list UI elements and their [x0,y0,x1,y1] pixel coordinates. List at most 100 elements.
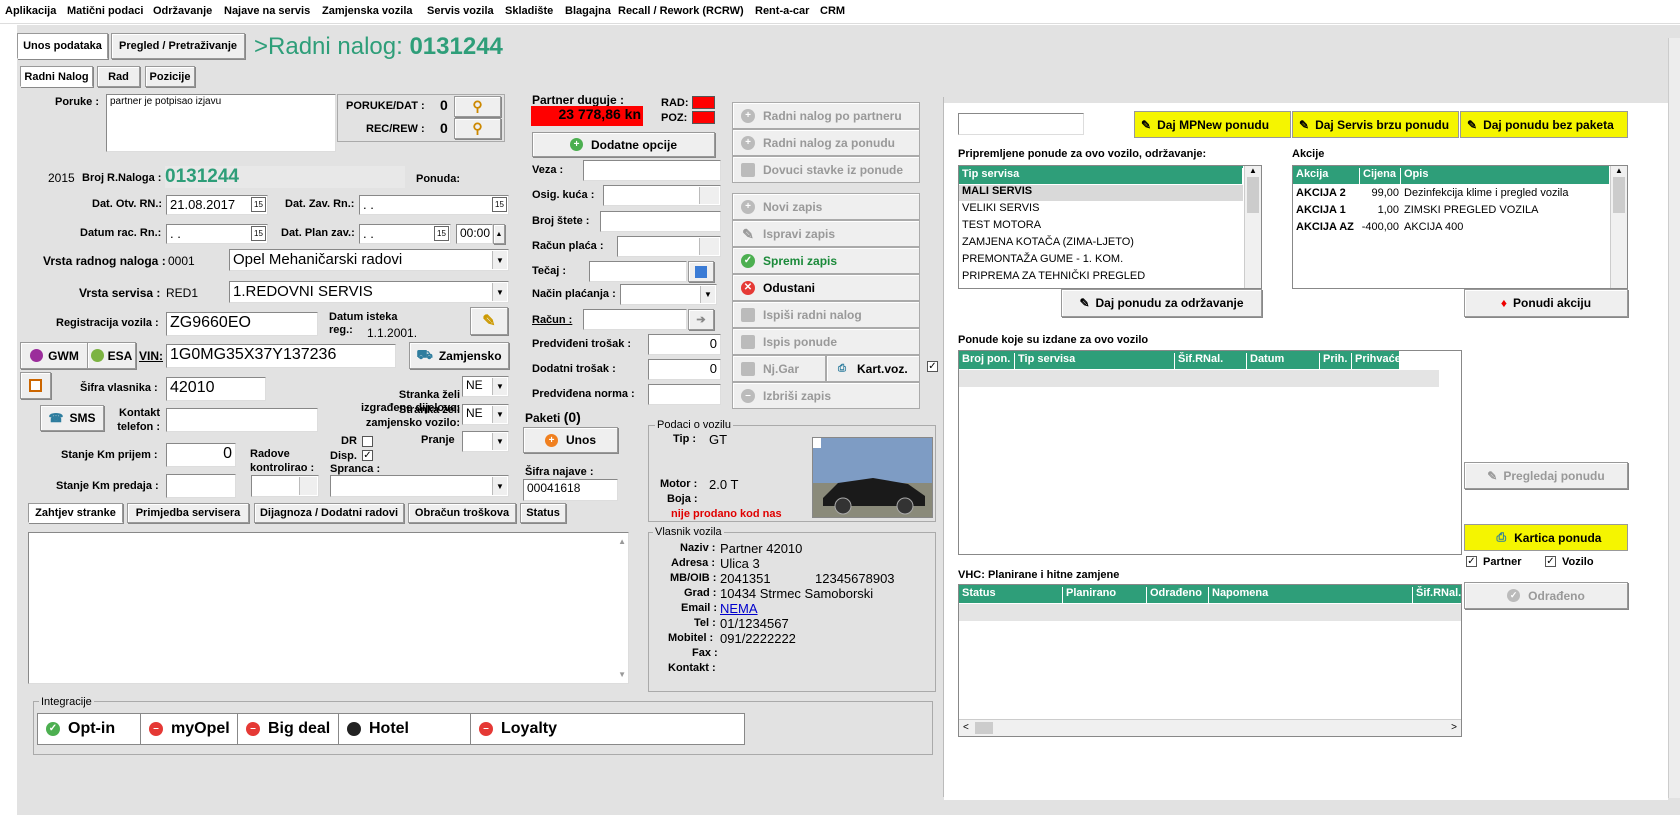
nj-gar-button[interactable]: Nj.Gar [732,355,826,382]
service-row[interactable]: VELIKI SERVIS [959,202,1039,214]
stranka-vozilo-select[interactable]: NE ▼ [462,404,509,425]
ispravi-zapis-button[interactable]: ✎ Ispravi zapis [732,220,920,247]
daj-mpnew-ponudu-button[interactable]: ✎ Daj MPNew ponudu [1134,111,1291,138]
zahtjev-textarea[interactable]: ▲ ▼ [28,532,629,684]
service-row[interactable]: PRIPREMA ZA TEHNIČKI PREGLED [959,270,1145,282]
rec-rew-search-button[interactable]: ⚲ [454,118,501,139]
stranka-dijelove-select[interactable]: NE ▼ [462,376,509,397]
kart-voz-checkbox[interactable]: ✓ [927,361,938,372]
calculator-button[interactable] [688,261,714,282]
disp-checkbox[interactable]: ✓ [362,450,373,461]
broj-stete-input[interactable] [600,211,721,232]
services-scrollbar[interactable]: ▲ [1244,166,1261,288]
radni-nalog-po-partneru-button[interactable]: + Radni nalog po partneru [732,102,920,129]
spremi-zapis-button[interactable]: ✓ Spremi zapis [732,247,920,274]
veza-input[interactable] [583,160,721,181]
osig-select[interactable] [603,185,721,206]
menu-rent-a-car[interactable]: Rent-a-car [755,5,809,17]
menu-recall[interactable]: Recall / Rework (RCRW) [618,5,744,17]
sifra-najave-input[interactable]: 00041618 [523,479,618,501]
datum-rac-input[interactable]: . . 15 [166,224,268,244]
dodatni-input[interactable]: 0 [648,359,721,380]
akcija-name[interactable]: AKCIJA 2 [1296,187,1346,199]
zamjensko-button[interactable]: ⛟ Zamjensko [409,342,509,369]
menu-najave[interactable]: Najave na servis [224,5,310,17]
ponudi-akciju-button[interactable]: ♦ Ponudi akciju [1464,289,1628,317]
kart-voz-button[interactable]: ⎙ Kart.voz. [826,355,920,382]
daj-ponudu-za-odrzavanje-button[interactable]: ✎ Daj ponudu za održavanje [1061,289,1262,317]
service-row[interactable]: TEST MOTORA [959,219,1041,231]
vin-input[interactable]: 1G0MG35X37Y137236 [166,344,396,368]
radni-nalog-za-ponudu-button[interactable]: + Radni nalog za ponudu [732,129,920,156]
sms-button[interactable]: ☎ SMS [40,405,104,431]
dat-plan-input[interactable]: . . 15 [359,224,451,244]
daj-servis-brzu-ponudu-button[interactable]: ✎ Daj Servis brzu ponudu [1292,111,1459,138]
vin-label[interactable]: VIN: [139,349,163,363]
daj-ponudu-bez-paketa-button[interactable]: ✎ Daj ponudu bez paketa [1460,111,1628,138]
tab-pozicije[interactable]: Pozicije [145,66,195,87]
edit-reg-button[interactable]: ✎ [470,307,508,335]
gwm-button[interactable]: GWM [20,342,89,369]
paketi-unos-button[interactable]: + Unos [523,427,618,453]
izbrisi-zapis-button[interactable]: – Izbriši zapis [732,382,920,409]
ispis-ponude-button[interactable]: Ispis ponude [732,328,920,355]
ponuda-search-input[interactable] [958,113,1084,135]
chevron-down-icon[interactable]: ▼ [492,251,507,269]
km-predaja-input[interactable] [166,474,236,498]
sifra-vlasnika-input[interactable]: 42010 [166,377,266,401]
dodatne-opcije-button[interactable]: + Dodatne opcije [532,132,715,157]
tab-zahtjev-stranke[interactable]: Zahtjev stranke [28,503,123,523]
menu-skladiste[interactable]: Skladište [505,5,553,17]
menu-aplikacija[interactable]: Aplikacija [5,5,56,17]
chevron-down-icon[interactable]: ▼ [492,433,507,450]
km-prijem-input[interactable]: 0 [166,443,236,467]
calendar-icon[interactable]: 15 [434,226,449,241]
service-row[interactable]: PREMONTAŽA GUME - 1. KOM. [959,253,1123,265]
time-input[interactable]: 00:00 [456,224,493,244]
chevron-down-icon[interactable] [299,477,317,495]
chevron-down-icon[interactable]: ▼ [492,477,507,495]
dovuci-stavke-button[interactable]: Dovuci stavke iz ponude [732,156,920,183]
time-spinner[interactable]: ▲ [493,224,505,244]
menu-maticni-podaci[interactable]: Matični podaci [67,5,143,17]
vozilo-checkbox[interactable]: ✓ [1545,556,1556,567]
big-deal-button[interactable]: – Big deal [237,713,341,745]
myopel-button[interactable]: – myOpel [140,713,238,745]
racun-label[interactable]: Račun : [532,314,572,326]
dat-zav-input[interactable]: . . 15 [359,195,509,215]
chevron-down-icon[interactable]: ▼ [492,378,507,395]
dat-otv-input[interactable]: 21.08.2017 15 [166,195,268,215]
partner-checkbox[interactable]: ✓ [1466,556,1477,567]
calendar-icon[interactable]: 15 [492,197,507,212]
chevron-down-icon[interactable]: ▼ [700,286,715,303]
hotel-button[interactable]: Hotel [338,713,472,745]
pregledaj-ponudu-button[interactable]: ✎ Pregledaj ponudu [1464,462,1628,489]
chevron-down-icon[interactable]: ▼ [492,283,507,301]
spranca-select[interactable]: ▼ [330,475,509,497]
chevron-down-icon[interactable] [699,187,719,204]
tab-dijagnoza[interactable]: Dijagnoza / Dodatni radovi [254,503,404,523]
racun-placa-select[interactable] [617,236,721,257]
nacin-select[interactable]: ▼ [620,284,717,305]
loyalty-button[interactable]: – Loyalty [470,713,745,745]
table-row[interactable] [959,604,1461,621]
right-scrollbar[interactable] [1668,38,1680,798]
poruke-search-button[interactable]: ⚲ [454,96,501,117]
menu-zamjenska-vozila[interactable]: Zamjenska vozila [322,5,413,17]
tab-obracun[interactable]: Obračun troškova [408,503,516,523]
kontakt-input[interactable] [166,408,318,432]
esa-button[interactable]: ESA [87,342,136,369]
akcija-name[interactable]: AKCIJA AZ [1296,221,1354,233]
norma-input[interactable] [648,384,721,405]
predvideni-input[interactable]: 0 [648,334,721,355]
opt-in-button[interactable]: ✓ Opt-in [37,713,144,745]
vrsta-servisa-select[interactable]: 1.REDOVNI SERVIS ▼ [229,281,509,303]
akcije-scrollbar[interactable]: ▲ [1610,166,1627,288]
odradeno-button[interactable]: ✓ Odrađeno [1464,582,1628,609]
radove-select[interactable] [251,475,319,497]
menu-crm[interactable]: CRM [820,5,845,17]
tab-primjedba[interactable]: Primjedba servisera [127,503,249,523]
pranje-select[interactable]: ▼ [462,431,509,452]
table-row[interactable] [959,370,1439,387]
menu-blagajna[interactable]: Blagajna [565,5,611,17]
